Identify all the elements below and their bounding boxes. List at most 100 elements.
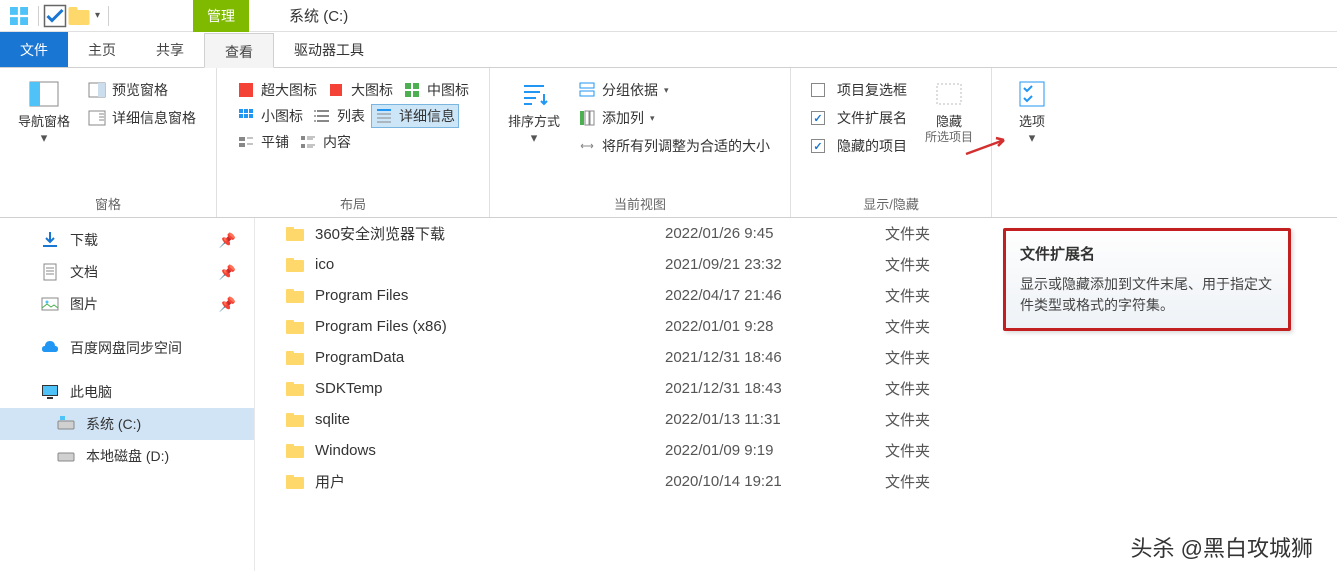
tooltip-title: 文件扩展名 (1020, 243, 1274, 264)
file-date: 2022/01/26 9:45 (665, 225, 885, 242)
folder-icon (285, 256, 305, 274)
nav-d-drive[interactable]: 本地磁盘 (D:) (0, 440, 254, 472)
layout-extra-large[interactable]: 超大图标 (233, 78, 321, 102)
size-columns-button[interactable]: 将所有列调整为合适的大小 (574, 134, 774, 158)
layout-list[interactable]: 列表 (309, 104, 369, 128)
pin-icon: 📌 (219, 296, 236, 313)
dropdown-arrow-icon: ▾ (650, 113, 655, 124)
tab-view[interactable]: 查看 (204, 33, 274, 68)
file-date: 2022/01/13 11:31 (665, 411, 885, 428)
ribbon-group-current-view: 排序方式 ▾ 分组依据▾ 添加列▾ 将所有列调整为合适的大小 当前视图 (490, 68, 791, 217)
file-name: 360安全浏览器下载 (315, 223, 665, 244)
layout-large[interactable]: 大图标 (323, 78, 397, 102)
qat-checkbox-icon[interactable] (43, 4, 67, 28)
ribbon: 导航窗格 ▾ 预览窗格 详细信息窗格 窗格 超大图标 大图标 中图标 小图标 列… (0, 68, 1337, 218)
details-pane-button[interactable]: 详细信息窗格 (84, 106, 200, 130)
folder-icon (285, 473, 305, 491)
navigation-tree: 下载📌 文档📌 图片📌 百度网盘同步空间 此电脑 系统 (C:) 本地磁盘 (D… (0, 218, 255, 571)
file-type: 文件夹 (885, 471, 930, 492)
dropdown-arrow-icon: ▾ (1029, 130, 1036, 146)
sort-by-button[interactable]: 排序方式 ▾ (500, 74, 568, 149)
this-pc-icon (40, 382, 60, 402)
folder-icon (285, 318, 305, 336)
ribbon-group-layout: 超大图标 大图标 中图标 小图标 列表 详细信息 平铺 内容 布局 (217, 68, 490, 217)
file-name: sqlite (315, 411, 665, 428)
nav-pane-icon (28, 78, 60, 110)
annotation-arrow (964, 134, 1012, 158)
file-row[interactable]: ProgramData2021/12/31 18:46文件夹 (255, 342, 1337, 373)
nav-c-drive[interactable]: 系统 (C:) (0, 408, 254, 440)
add-columns-icon (578, 109, 596, 127)
group-by-button[interactable]: 分组依据▾ (574, 78, 774, 102)
file-date: 2022/01/01 9:28 (665, 318, 885, 335)
folder-icon (285, 442, 305, 460)
dropdown-arrow-icon: ▾ (531, 130, 538, 146)
nav-pictures[interactable]: 图片📌 (0, 288, 254, 320)
drive-icon (56, 446, 76, 466)
file-name: SDKTemp (315, 380, 665, 397)
tab-drive-tools[interactable]: 驱动器工具 (274, 32, 384, 67)
nav-this-pc[interactable]: 此电脑 (0, 376, 254, 408)
large-icons-icon (327, 81, 345, 99)
tooltip-body: 显示或隐藏添加到文件末尾、用于指定文件类型或格式的字符集。 (1020, 274, 1274, 316)
layout-tiles[interactable]: 平铺 (233, 130, 293, 154)
separator (108, 6, 109, 26)
file-type: 文件夹 (885, 409, 930, 430)
file-name: ProgramData (315, 349, 665, 366)
content-icon (299, 133, 317, 151)
layout-details[interactable]: 详细信息 (371, 104, 459, 128)
tab-file[interactable]: 文件 (0, 32, 68, 67)
item-checkboxes-toggle[interactable]: 项目复选框 (807, 78, 911, 102)
folder-icon (285, 380, 305, 398)
file-row[interactable]: 用户2020/10/14 19:21文件夹 (255, 466, 1337, 497)
file-date: 2022/01/09 9:19 (665, 442, 885, 459)
layout-medium[interactable]: 中图标 (399, 78, 473, 102)
file-row[interactable]: Windows2022/01/09 9:19文件夹 (255, 435, 1337, 466)
group-label-current-view: 当前视图 (500, 192, 780, 217)
file-type: 文件夹 (885, 316, 930, 337)
file-row[interactable]: sqlite2022/01/13 11:31文件夹 (255, 404, 1337, 435)
group-label-layout: 布局 (227, 192, 479, 217)
tab-home[interactable]: 主页 (68, 32, 136, 67)
tooltip-file-extensions: 文件扩展名 显示或隐藏添加到文件末尾、用于指定文件类型或格式的字符集。 (1003, 228, 1291, 331)
navigation-pane-button[interactable]: 导航窗格 ▾ (10, 74, 78, 149)
checkbox-unchecked-icon (811, 83, 825, 97)
file-date: 2021/09/21 23:32 (665, 256, 885, 273)
medium-icons-icon (403, 81, 421, 99)
file-date: 2022/04/17 21:46 (665, 287, 885, 304)
folder-icon (285, 287, 305, 305)
file-row[interactable]: SDKTemp2021/12/31 18:43文件夹 (255, 373, 1337, 404)
file-date: 2021/12/31 18:46 (665, 349, 885, 366)
small-icons-icon (237, 107, 255, 125)
tiles-icon (237, 133, 255, 151)
layout-content[interactable]: 内容 (295, 130, 355, 154)
documents-icon (40, 262, 60, 282)
nav-baidu-sync[interactable]: 百度网盘同步空间 (0, 332, 254, 364)
nav-documents[interactable]: 文档📌 (0, 256, 254, 288)
preview-pane-button[interactable]: 预览窗格 (84, 78, 200, 102)
baidu-cloud-icon (40, 338, 60, 358)
hidden-items-toggle[interactable]: 隐藏的项目 (807, 134, 911, 158)
pin-icon: 📌 (219, 264, 236, 281)
file-name: ico (315, 256, 665, 273)
preview-pane-icon (88, 81, 106, 99)
pictures-icon (40, 294, 60, 314)
details-pane-icon (88, 109, 106, 127)
file-extensions-toggle[interactable]: 文件扩展名 (807, 106, 911, 130)
contextual-tab-manage[interactable]: 管理 (193, 0, 249, 32)
qat-folder-icon[interactable] (67, 4, 91, 28)
file-type: 文件夹 (885, 347, 930, 368)
nav-pane-label: 导航窗格 (18, 114, 70, 130)
window-title: 系统 (C:) (249, 5, 348, 26)
add-columns-button[interactable]: 添加列▾ (574, 106, 774, 130)
drive-icon (56, 414, 76, 434)
sort-icon (518, 78, 550, 110)
ribbon-tabs: 文件 主页 共享 查看 驱动器工具 (0, 32, 1337, 68)
layout-small[interactable]: 小图标 (233, 104, 307, 128)
checkbox-checked-icon (811, 111, 825, 125)
nav-downloads[interactable]: 下载📌 (0, 224, 254, 256)
qat-customize-dropdown[interactable]: ▾ (91, 10, 104, 21)
tab-share[interactable]: 共享 (136, 32, 204, 67)
folder-icon (285, 411, 305, 429)
size-columns-icon (578, 137, 596, 155)
